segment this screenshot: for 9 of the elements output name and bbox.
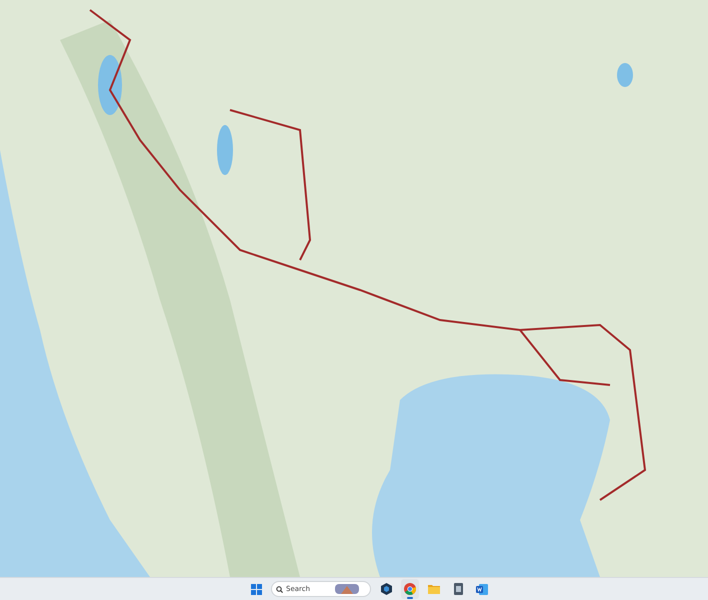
- taskbar-app-button[interactable]: [401, 579, 419, 599]
- folder-icon: [428, 584, 440, 594]
- landscape-picture-icon: [335, 584, 359, 594]
- search-icon: [276, 586, 283, 592]
- document-icon: [454, 583, 462, 595]
- word-icon: [476, 584, 488, 594]
- hexagon-icon: [380, 583, 392, 595]
- browser-icon: [404, 583, 416, 595]
- windows-logo-icon: [250, 584, 262, 594]
